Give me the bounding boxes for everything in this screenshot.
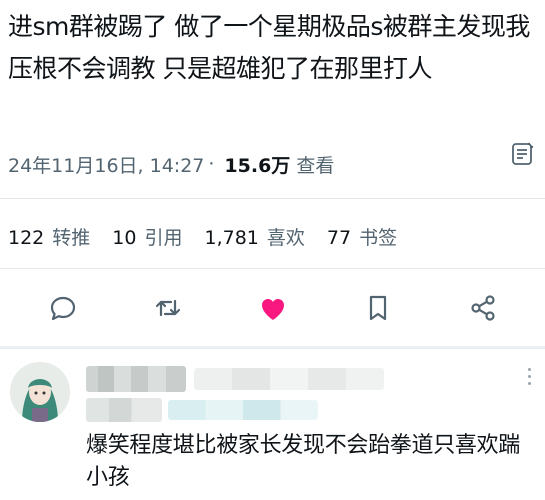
bookmark-button[interactable] bbox=[358, 288, 398, 328]
analytics-icon[interactable] bbox=[507, 138, 537, 168]
blurred-username bbox=[86, 366, 186, 392]
heart-icon bbox=[261, 299, 284, 320]
bookmarks-stat[interactable]: 77 书签 bbox=[327, 223, 397, 250]
blurred-replying-to bbox=[168, 400, 318, 420]
share-icon bbox=[470, 295, 495, 321]
retweet-button[interactable] bbox=[148, 288, 188, 328]
retweets-label: 转推 bbox=[52, 226, 91, 249]
share-button[interactable] bbox=[463, 288, 503, 328]
blurred-username-line2 bbox=[86, 398, 162, 422]
retweets-count: 122 bbox=[8, 226, 45, 249]
more-options-icon[interactable] bbox=[528, 368, 531, 385]
likes-stat[interactable]: 1,781 喜欢 bbox=[204, 223, 304, 250]
tweet-text: 进sm群被踢了 做了一个星期极品s被群主发现我压根不会调教 只是超雄犯了在那里打… bbox=[8, 12, 530, 83]
avatar[interactable] bbox=[10, 362, 70, 422]
bookmark-icon bbox=[369, 295, 386, 321]
tweet-stats: 122 转推 10 引用 1,781 喜欢 77 书签 bbox=[8, 218, 419, 254]
likes-count: 1,781 bbox=[204, 226, 259, 249]
divider bbox=[0, 268, 545, 269]
anime-avatar-icon bbox=[10, 362, 70, 422]
reply-icon bbox=[50, 296, 75, 321]
views-count: 15.6万 bbox=[224, 154, 291, 177]
quotes-count: 10 bbox=[112, 226, 137, 249]
meta-separator: · bbox=[208, 153, 215, 175]
reply-tweet[interactable]: 爆笑程度堪比被家长发现不会跆拳道只喜欢踹小孩 bbox=[0, 350, 545, 500]
likes-label: 喜欢 bbox=[266, 226, 305, 249]
tweet-meta: 24年11月16日, 14:27 · 15.6万 查看 bbox=[8, 146, 538, 182]
divider bbox=[0, 198, 545, 199]
bookmarks-count: 77 bbox=[326, 226, 352, 249]
reply-button[interactable] bbox=[43, 288, 83, 328]
blurred-handle bbox=[194, 368, 384, 390]
like-button[interactable] bbox=[253, 288, 293, 328]
divider bbox=[0, 346, 545, 349]
reply-text: 爆笑程度堪比被家长发现不会跆拳道只喜欢踹小孩 bbox=[86, 433, 521, 490]
bookmarks-label: 书签 bbox=[359, 226, 398, 249]
views-label: 查看 bbox=[296, 154, 335, 177]
quotes-label: 引用 bbox=[144, 226, 183, 249]
tweet-timestamp[interactable]: 24年11月16日, 14:27 bbox=[8, 151, 204, 178]
quotes-stat[interactable]: 10 引用 bbox=[112, 223, 182, 250]
retweets-stat[interactable]: 122 转推 bbox=[8, 223, 90, 250]
tweet-actions bbox=[0, 284, 545, 332]
retweet-icon bbox=[155, 299, 180, 317]
